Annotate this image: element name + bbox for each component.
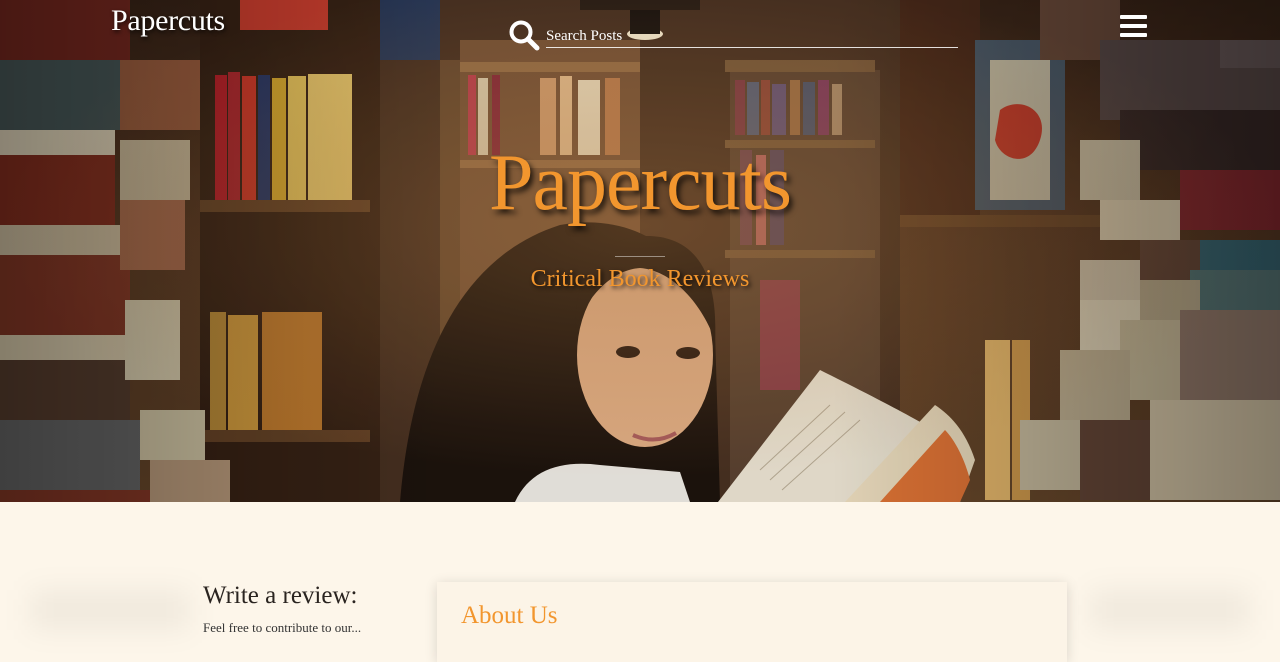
shadow-right	[1090, 590, 1250, 630]
hero-title: Papercuts	[488, 139, 792, 227]
write-review-text: Feel free to contribute to our...	[203, 620, 362, 635]
menu-bar-line	[1120, 32, 1147, 37]
about-us-title: About Us	[461, 602, 558, 629]
shadow-left	[30, 590, 190, 630]
hamburger-menu-icon[interactable]	[1120, 14, 1148, 42]
search-input[interactable]	[546, 25, 958, 48]
hero-banner: Papercuts Papercuts Critical Book Review…	[0, 0, 1280, 502]
search-icon[interactable]	[508, 19, 540, 51]
hero-subtitle: Critical Book Reviews	[530, 266, 750, 292]
search-bar	[508, 19, 960, 51]
write-review-heading: Write a review:	[203, 582, 358, 609]
menu-bar-line	[1120, 23, 1147, 28]
about-us-card: About Us	[437, 582, 1067, 662]
site-logo[interactable]: Papercuts	[111, 4, 225, 38]
menu-bar-line	[1120, 14, 1147, 19]
hero-divider	[615, 256, 665, 257]
bookstore-background-image	[0, 0, 1280, 502]
